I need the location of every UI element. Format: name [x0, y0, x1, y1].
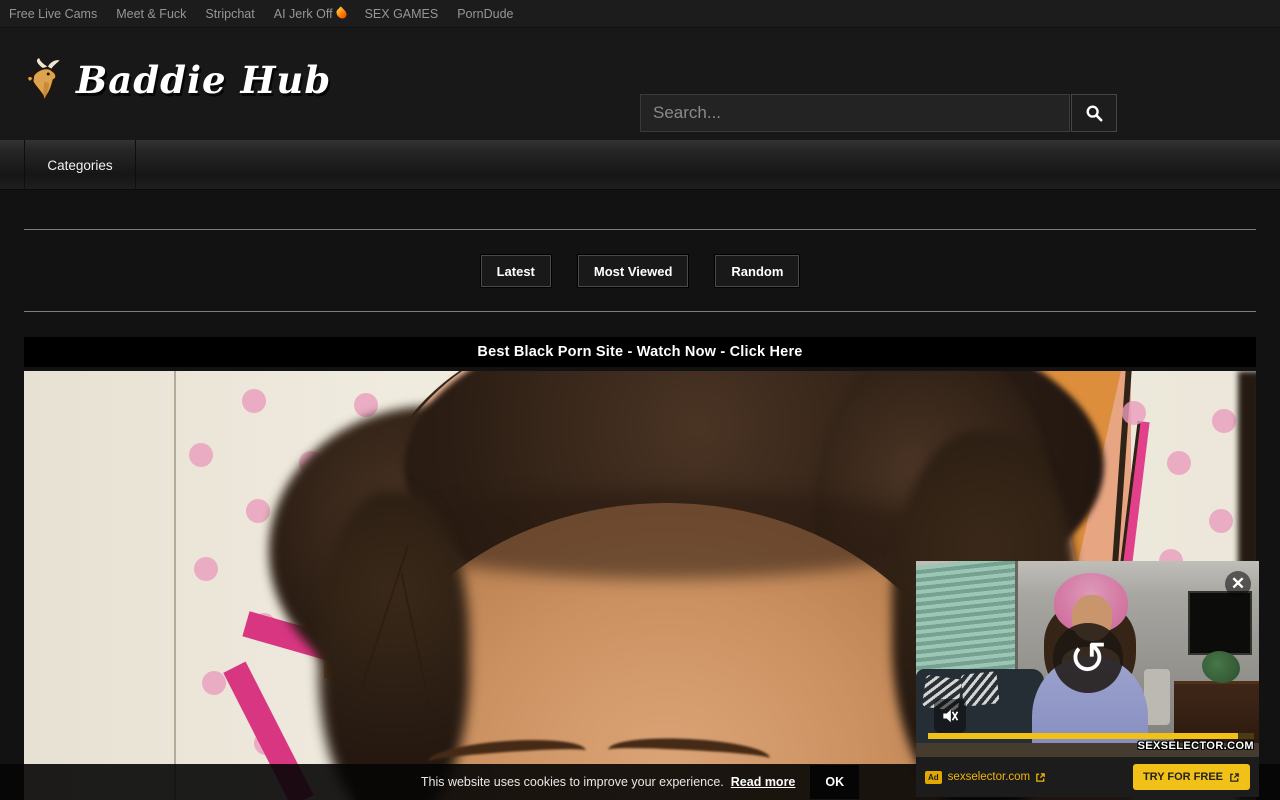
polka-dot [1209, 509, 1233, 533]
site-header: Baddie Hub [0, 28, 1280, 140]
search-input[interactable] [640, 94, 1070, 132]
ad-banner: Best Black Porn Site - Watch Now - Click… [24, 337, 1256, 367]
ad-video-player[interactable]: ↺ ✕ SEXSELECTOR.COM [916, 561, 1259, 757]
ad-watermark: SEXSELECTOR.COM [1138, 740, 1254, 752]
toplink-stripchat[interactable]: Stripchat [205, 7, 254, 21]
polka-dot [354, 393, 378, 417]
replay-button[interactable]: ↺ [1053, 623, 1123, 693]
divider [24, 229, 1256, 230]
toplink-sex-games[interactable]: SEX GAMES [365, 7, 439, 21]
tab-random[interactable]: Random [715, 255, 799, 287]
sort-tabs: Latest Most Viewed Random [0, 255, 1280, 287]
search-bar [640, 94, 1117, 132]
video-progress-fill [928, 733, 1238, 739]
nav-item-categories[interactable]: Categories [24, 140, 136, 190]
ad-banner-link[interactable]: Best Black Porn Site - Watch Now - Click… [477, 344, 802, 360]
mute-button[interactable] [934, 699, 966, 733]
polka-dot [202, 671, 226, 695]
cookie-ok-button[interactable]: OK [810, 765, 859, 799]
ad-site-link-label: sexselector.com [948, 771, 1030, 783]
ad-site-link[interactable]: sexselector.com [948, 771, 1046, 783]
close-icon: ✕ [1231, 574, 1245, 594]
replay-icon: ↺ [1069, 635, 1108, 681]
toplink-label: AI Jerk Off [274, 7, 333, 21]
muted-speaker-icon [940, 706, 960, 726]
top-links-bar: Free Live Cams Meet & Fuck Stripchat AI … [0, 0, 1280, 28]
site-logo[interactable]: Baddie Hub [22, 54, 331, 106]
flame-icon [334, 6, 348, 20]
logo-text: Baddie Hub [76, 58, 331, 102]
video-progress-bar[interactable] [928, 733, 1254, 739]
search-icon [1085, 104, 1103, 122]
toplink-porndude[interactable]: PornDude [457, 7, 513, 21]
page: Free Live Cams Meet & Fuck Stripchat AI … [0, 0, 1280, 800]
external-link-icon [1035, 772, 1046, 783]
main-nav: Categories [0, 140, 1280, 190]
cta-label: TRY FOR FREE [1143, 771, 1223, 783]
try-for-free-button[interactable]: TRY FOR FREE [1133, 764, 1250, 790]
external-link-icon [1229, 772, 1240, 783]
toplink-ai-jerk-off[interactable]: AI Jerk Off [274, 7, 346, 21]
polka-dot [1212, 409, 1236, 433]
ad-info-bar: Ad sexselector.com TRY FOR FREE [916, 757, 1259, 797]
toplink-free-live-cams[interactable]: Free Live Cams [9, 7, 97, 21]
cookie-message: This website uses cookies to improve you… [421, 775, 724, 789]
cookie-read-more-link[interactable]: Read more [731, 775, 796, 789]
divider [24, 311, 1256, 312]
polka-dot [194, 557, 218, 581]
polka-dot [246, 499, 270, 523]
polka-dot [242, 389, 266, 413]
video-ad-overlay: ↺ ✕ SEXSELECTOR.COM Ad sexselector.com [916, 561, 1259, 797]
polka-dot [1122, 401, 1146, 425]
goat-icon [22, 54, 70, 106]
toplink-meet-and-fuck[interactable]: Meet & Fuck [116, 7, 186, 21]
ad-badge: Ad [925, 771, 942, 784]
tab-latest[interactable]: Latest [481, 255, 551, 287]
ad-close-button[interactable]: ✕ [1225, 571, 1251, 597]
search-button[interactable] [1071, 94, 1117, 132]
polka-dot [189, 443, 213, 467]
hairline-shadow [384, 489, 944, 579]
polka-dot [1167, 451, 1191, 475]
tab-most-viewed[interactable]: Most Viewed [578, 255, 689, 287]
